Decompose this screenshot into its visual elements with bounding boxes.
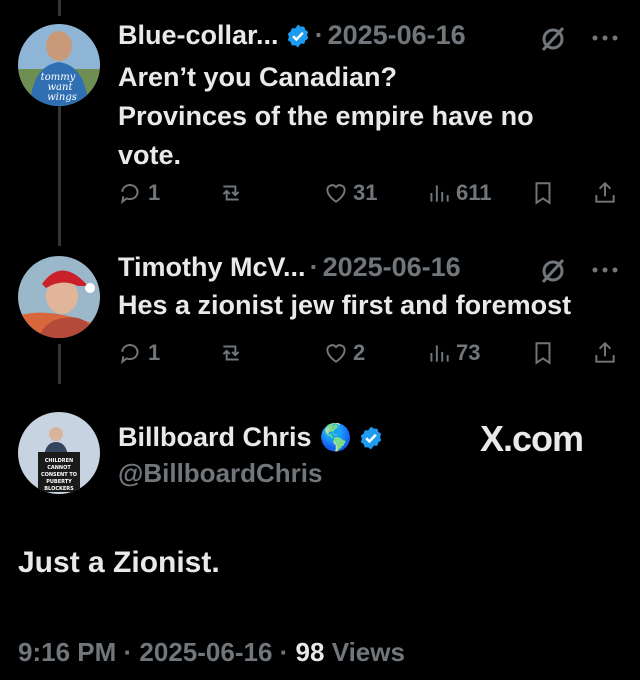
x-com-watermark: X.com	[480, 418, 584, 459]
share-button[interactable]	[592, 340, 622, 366]
reply-icon	[120, 344, 139, 364]
svg-text:PUBERTY: PUBERTY	[46, 479, 72, 485]
action-bar: 1 31 611	[118, 180, 628, 210]
bookmark-button[interactable]	[530, 180, 560, 206]
reply-tweet[interactable]: tommy want wings Blue-collar... · 2025-0…	[0, 0, 640, 240]
separator: ·	[279, 637, 289, 667]
views-button[interactable]: 611	[426, 180, 492, 206]
views-count: 73	[456, 340, 481, 365]
grok-icon[interactable]	[538, 24, 568, 54]
bookmark-button[interactable]	[530, 340, 560, 366]
views-button[interactable]: 73	[426, 340, 480, 366]
svg-text:CHILDREN: CHILDREN	[45, 458, 74, 464]
more-options-icon[interactable]	[590, 33, 620, 43]
repost-button[interactable]	[218, 340, 248, 366]
tweet-text: Aren’t you Canadian? Provinces of the em…	[118, 62, 534, 170]
timestamp[interactable]: 2025-06-16	[323, 252, 461, 283]
user-handle[interactable]: @BillboardChris	[118, 458, 322, 489]
svg-text:BLOCKERS: BLOCKERS	[44, 486, 74, 492]
separator: ·	[123, 637, 133, 667]
display-name[interactable]: Blue-collar...	[118, 20, 279, 51]
avatar[interactable]: CHILDREN CANNOT CONSENT TO PUBERTY BLOCK…	[18, 412, 100, 494]
share-icon	[595, 341, 615, 363]
tweet-text: Hes a zionist jew first and foremost	[118, 290, 572, 320]
heart-icon	[326, 344, 346, 363]
separator: ·	[314, 20, 324, 50]
grok-icon[interactable]	[538, 256, 568, 286]
like-button[interactable]: 2	[323, 340, 365, 366]
like-button[interactable]: 31	[323, 180, 377, 206]
tweet-time[interactable]: 9:16 PM	[18, 637, 116, 667]
bookmark-icon	[535, 342, 551, 365]
repost-icon	[222, 345, 240, 361]
tweet-header: Billboard Chris 🌎	[118, 422, 384, 453]
reply-count: 1	[148, 180, 161, 205]
tweet-text: Just a Zionist.	[18, 546, 220, 579]
timestamp[interactable]: 2025-06-16	[328, 20, 466, 51]
tweet-header: Blue-collar... · 2025-06-16	[118, 20, 466, 51]
verified-badge-icon	[360, 426, 382, 449]
separator: ·	[309, 252, 319, 282]
display-name[interactable]: Timothy McV...	[118, 252, 306, 283]
tweet-header: Timothy McV... · 2025-06-16	[118, 252, 461, 283]
avatar[interactable]	[18, 256, 100, 338]
globe-emoji: 🌎	[319, 422, 352, 452]
avatar[interactable]: tommy want wings	[18, 24, 100, 106]
reply-icon	[120, 184, 139, 204]
verified-badge-icon	[287, 24, 308, 47]
display-name[interactable]: Billboard Chris	[118, 422, 312, 453]
repost-icon	[222, 185, 240, 201]
views-icon	[430, 345, 449, 362]
views-count: 611	[456, 180, 492, 205]
reply-button[interactable]: 1	[118, 180, 160, 206]
tweet-date[interactable]: 2025-06-16	[139, 637, 272, 667]
reply-count: 1	[148, 340, 161, 365]
svg-text:CONSENT TO: CONSENT TO	[41, 472, 77, 478]
like-count: 2	[353, 340, 366, 365]
more-options-icon[interactable]	[590, 265, 620, 275]
share-button[interactable]	[592, 180, 622, 206]
reply-tweet[interactable]: Timothy McV... · 2025-06-16 Hes a zionis…	[0, 240, 640, 380]
repost-button[interactable]	[218, 180, 248, 206]
reply-button[interactable]: 1	[118, 340, 160, 366]
action-bar: 1 2 73	[118, 340, 628, 370]
share-icon	[595, 181, 615, 203]
svg-text:CANNOT: CANNOT	[47, 465, 71, 471]
heart-icon	[326, 184, 346, 203]
views-icon	[430, 185, 449, 202]
svg-text:wings: wings	[47, 92, 77, 103]
tweet-metadata: 9:16 PM · 2025-06-16 · 98 Views	[18, 637, 405, 668]
views-count: 98	[295, 637, 325, 667]
bookmark-icon	[535, 182, 551, 205]
views-label: Views	[331, 637, 405, 667]
like-count: 31	[353, 180, 378, 205]
